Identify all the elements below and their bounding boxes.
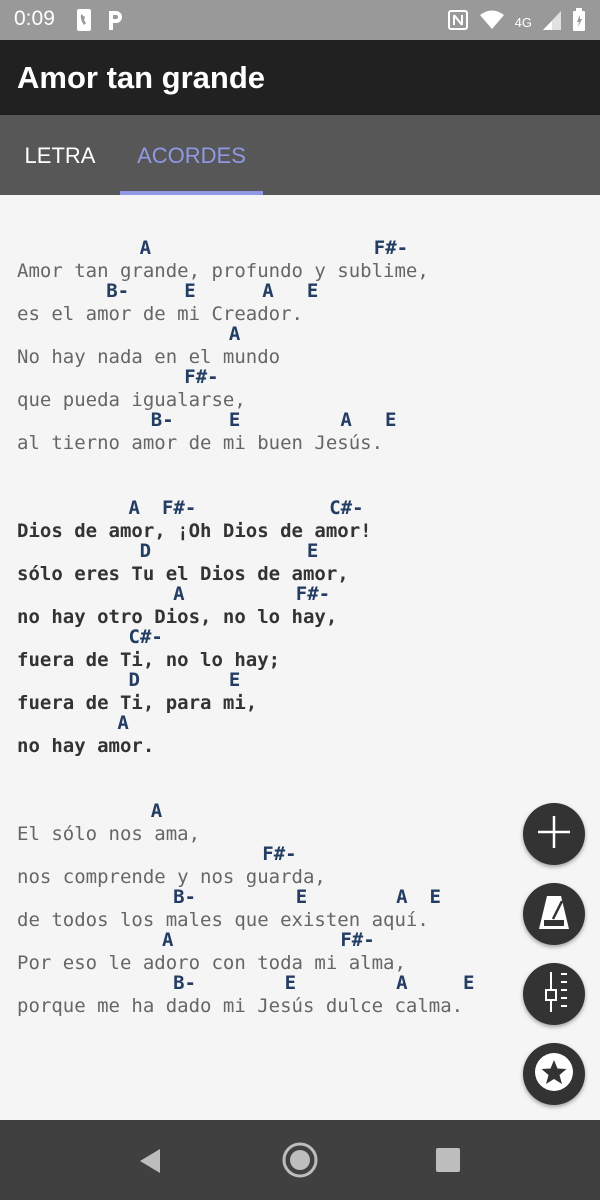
- lyric-line: El sólo nos ama,: [17, 823, 201, 845]
- lyric-line: sólo eres Tu el Dios de amor,: [17, 563, 349, 585]
- tab-bar: LETRA ACORDES: [0, 115, 600, 195]
- lyric-line: Por eso le adoro con toda mi alma,: [17, 952, 406, 974]
- tab-acordes[interactable]: ACORDES: [120, 115, 263, 195]
- lyric-line: fuera de Ti, para mi,: [17, 692, 258, 714]
- chord-label[interactable]: E: [229, 409, 240, 431]
- star-icon: [533, 1051, 575, 1097]
- page-title: Amor tan grande: [17, 60, 266, 95]
- phone-icon: [76, 8, 92, 36]
- song-content[interactable]: Amor tan grande, profundo y sublime, A F#-…: [0, 195, 600, 1120]
- lyric-line: no hay amor.: [17, 735, 155, 757]
- chord-label[interactable]: B-: [173, 886, 196, 908]
- home-icon[interactable]: [282, 1142, 318, 1182]
- metronome-button[interactable]: [523, 883, 585, 945]
- tuner-icon: [537, 970, 571, 1018]
- chord-label[interactable]: B-: [151, 409, 174, 431]
- plus-icon: [534, 812, 574, 856]
- chord-label[interactable]: F#-: [184, 366, 218, 388]
- chord-label[interactable]: A: [151, 800, 162, 822]
- chord-label[interactable]: E: [307, 280, 318, 302]
- metronome-icon: [536, 892, 572, 936]
- lyric-line: de todos los males que existen aquí.: [17, 909, 429, 931]
- lyric-line: es el amor de mi Creador.: [17, 303, 303, 325]
- wifi-icon: [479, 9, 505, 35]
- chord-label[interactable]: C#-: [129, 626, 163, 648]
- chord-label[interactable]: E: [385, 409, 396, 431]
- chord-label[interactable]: D: [129, 669, 140, 691]
- chord-label[interactable]: A: [117, 712, 128, 734]
- chord-label[interactable]: A: [162, 929, 173, 951]
- back-icon[interactable]: [138, 1148, 162, 1178]
- chord-label[interactable]: D: [140, 540, 151, 562]
- signal-icon: [542, 9, 562, 35]
- lyric-line: no hay otro Dios, no lo hay,: [17, 606, 338, 628]
- chord-label[interactable]: A: [396, 886, 407, 908]
- chord-label[interactable]: F#-: [340, 929, 374, 951]
- lyric-line: No hay nada en el mundo: [17, 346, 281, 368]
- lyric-line: porque me ha dado mi Jesús dulce calma.: [17, 995, 464, 1017]
- status-bar: 0:09 4G: [0, 0, 600, 40]
- chord-label[interactable]: E: [296, 886, 307, 908]
- lyric-line: que pueda igualarse,: [17, 389, 246, 411]
- parking-icon: [106, 8, 124, 36]
- nav-bar: [0, 1120, 600, 1200]
- lyric-line: fuera de Ti, no lo hay;: [17, 649, 281, 671]
- favorite-button[interactable]: [523, 1043, 585, 1105]
- chord-label[interactable]: A: [229, 323, 240, 345]
- chord-label[interactable]: A: [173, 583, 184, 605]
- chord-label[interactable]: A: [396, 972, 407, 994]
- chord-label[interactable]: A: [340, 409, 351, 431]
- add-button[interactable]: [523, 803, 585, 865]
- chord-label[interactable]: E: [307, 540, 318, 562]
- status-time: 0:09: [14, 7, 55, 30]
- chord-label[interactable]: E: [229, 669, 240, 691]
- chord-label[interactable]: C#-: [329, 497, 363, 519]
- lyric-line: al tierno amor de mi buen Jesús.: [17, 432, 384, 454]
- chord-label[interactable]: F#-: [262, 843, 296, 865]
- chord-label[interactable]: E: [430, 886, 441, 908]
- chord-label[interactable]: B-: [173, 972, 196, 994]
- nfc-icon: [447, 9, 469, 35]
- chord-label[interactable]: A: [262, 280, 273, 302]
- network-type: 4G: [514, 14, 532, 30]
- recents-icon[interactable]: [435, 1147, 461, 1177]
- lyric-line: Dios de amor, ¡Oh Dios de amor!: [17, 520, 372, 542]
- chord-label[interactable]: A: [129, 497, 140, 519]
- tuner-button[interactable]: [523, 963, 585, 1025]
- lyric-line: nos comprende y nos guarda,: [17, 866, 326, 888]
- chord-label[interactable]: F#-: [296, 583, 330, 605]
- chord-label[interactable]: E: [463, 972, 474, 994]
- chord-label[interactable]: B-: [106, 280, 129, 302]
- chord-label[interactable]: E: [184, 280, 195, 302]
- battery-icon: [572, 8, 586, 36]
- chord-label[interactable]: E: [285, 972, 296, 994]
- app-bar: Amor tan grande: [0, 40, 600, 115]
- tab-letra[interactable]: LETRA: [0, 115, 120, 195]
- chord-label[interactable]: F#-: [162, 497, 196, 519]
- chord-label[interactable]: F#-: [374, 237, 408, 259]
- chord-label[interactable]: A: [140, 237, 151, 259]
- lyric-line: Amor tan grande, profundo y sublime,: [17, 260, 429, 282]
